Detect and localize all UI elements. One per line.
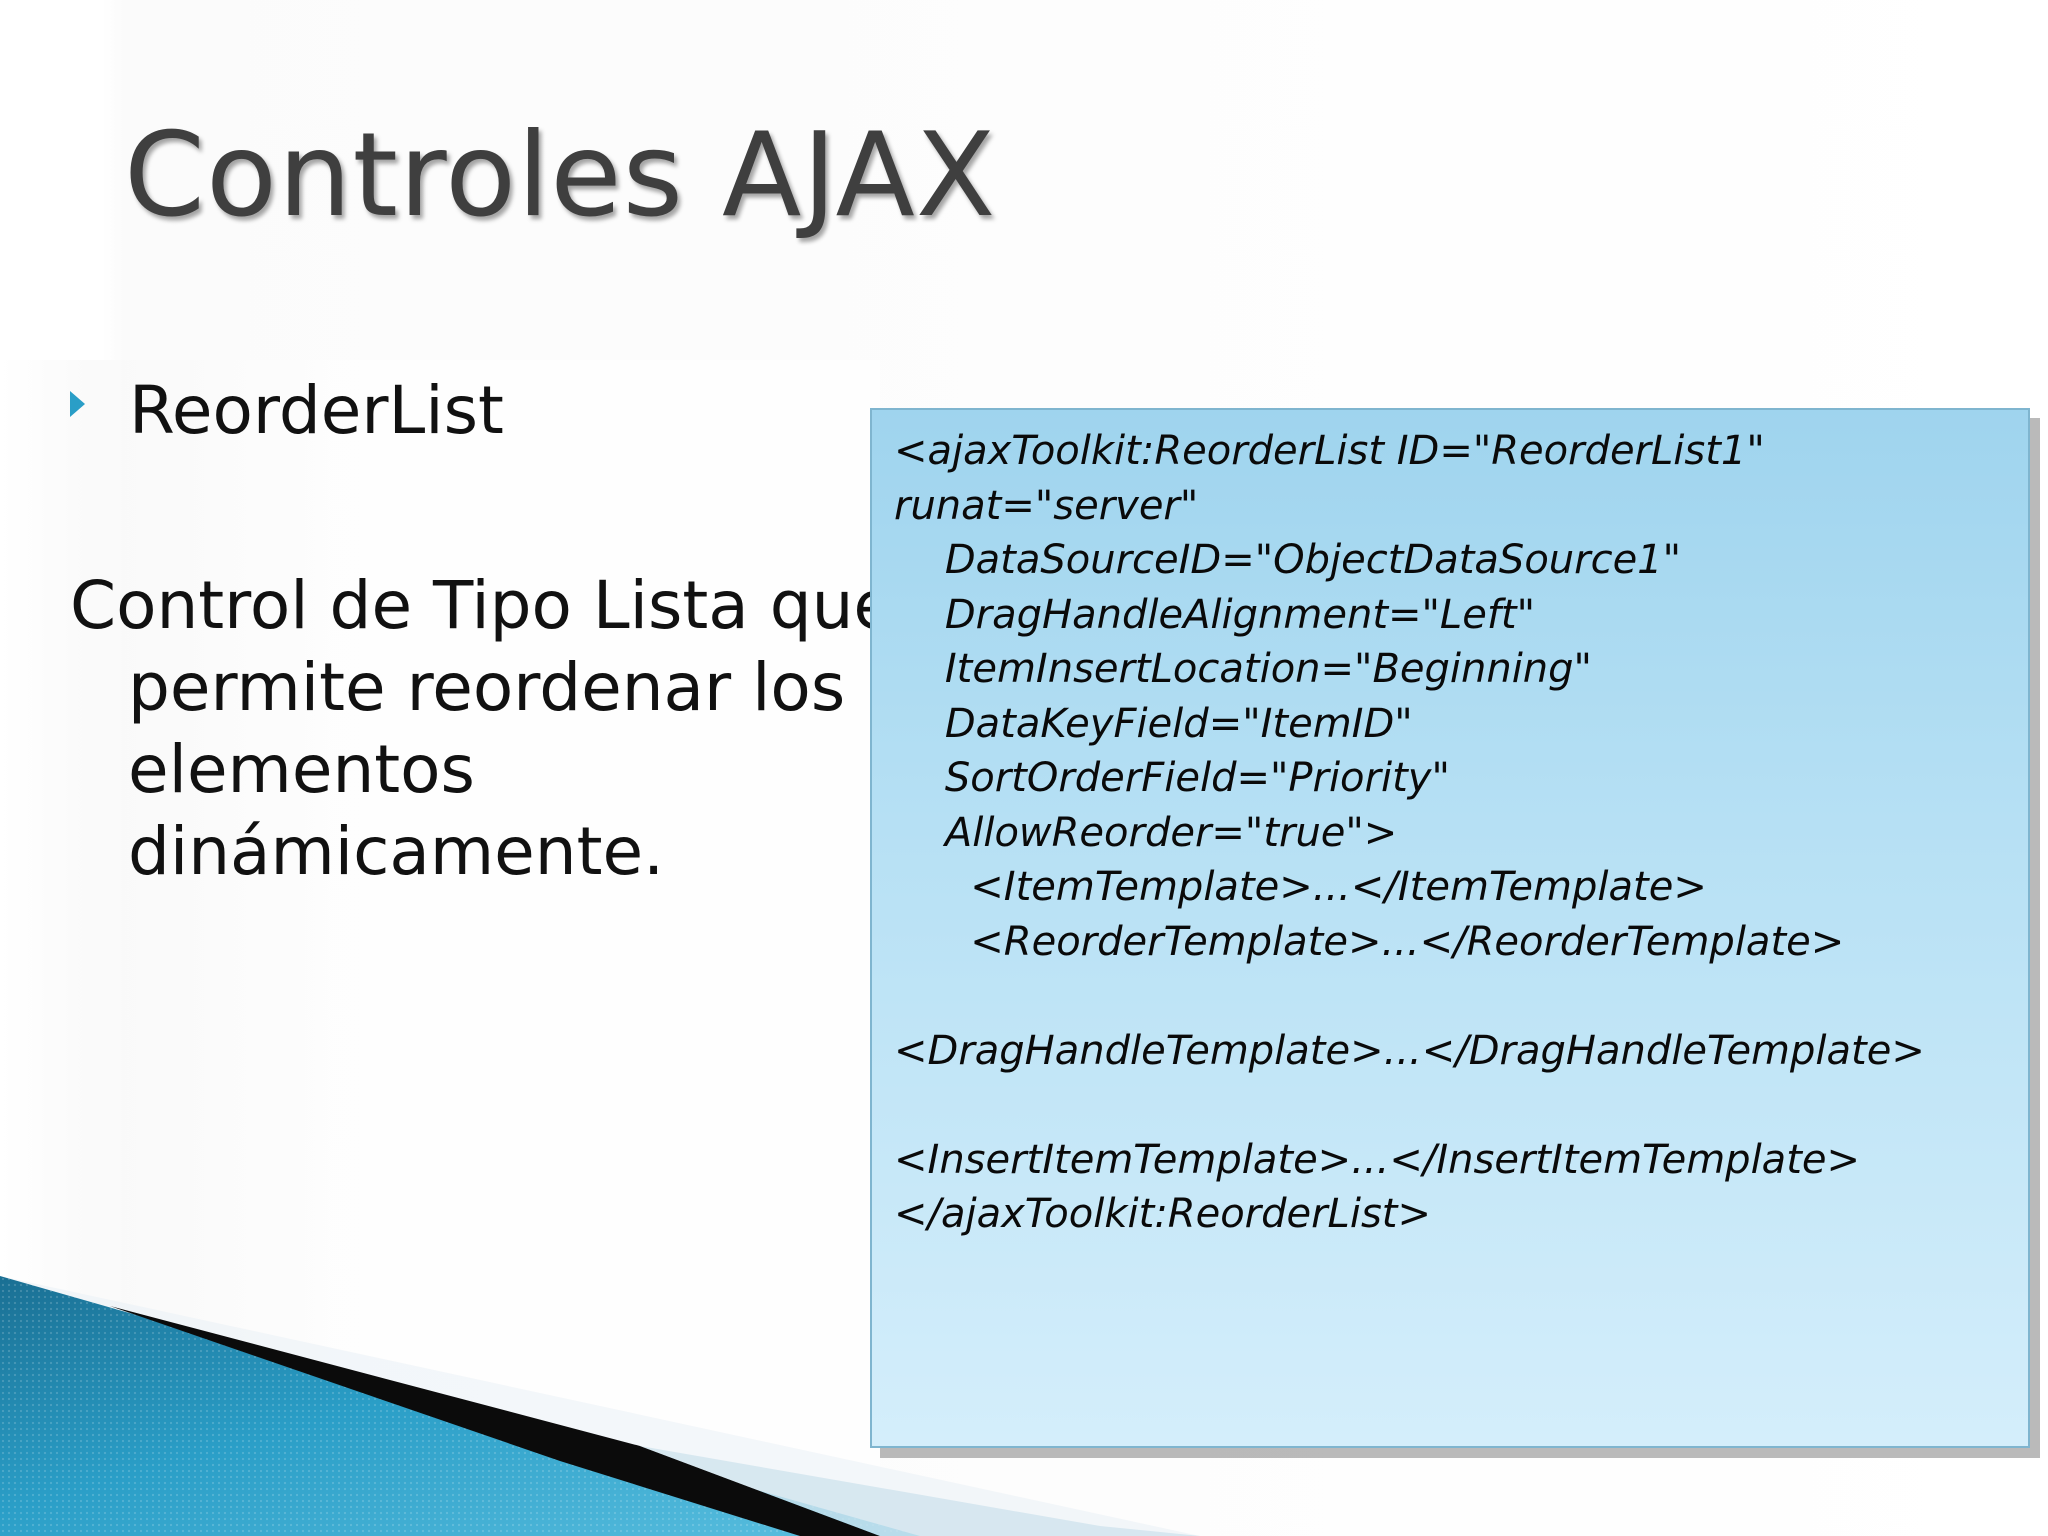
triangle-bullet-icon	[70, 390, 85, 417]
description-line: dinámicamente.	[128, 813, 665, 890]
code-line: DragHandleAlignment="Left"	[894, 591, 1535, 638]
code-line: <ItemTemplate>...</ItemTemplate>	[894, 864, 1707, 910]
slide: Controles AJAX ReorderList Control de Ti…	[0, 0, 2048, 1536]
code-line: DataSourceID="ObjectDataSource1"	[894, 537, 1682, 583]
code-line: DataKeyField="ItemID"	[894, 700, 1413, 747]
code-line: AllowReorder="true">	[894, 809, 1398, 856]
bullet-item: ReorderList	[70, 372, 504, 449]
code-line: <InsertItemTemplate>...</InsertItemTempl…	[894, 1136, 1860, 1183]
code-line: SortOrderField="Priority"	[894, 755, 1450, 801]
code-line: <DragHandleTemplate>...</DragHandleTempl…	[894, 1027, 1925, 1074]
code-line: </ajaxToolkit:ReorderList>	[894, 1191, 1431, 1237]
description-line: elementos	[128, 731, 475, 808]
slide-title: Controles AJAX	[124, 108, 997, 243]
code-line: <ajaxToolkit:ReorderList ID="ReorderList…	[894, 428, 1765, 474]
description-line: Control de Tipo Lista que	[70, 567, 895, 644]
code-line: ItemInsertLocation="Beginning"	[894, 646, 1592, 692]
corner-swoosh-decoration	[0, 1276, 1200, 1536]
description-line: permite reordenar los	[128, 649, 846, 726]
code-line: <ReorderTemplate>...</ReorderTemplate>	[894, 918, 1845, 965]
bullet-text: ReorderList	[129, 372, 504, 449]
description-paragraph: Control de Tipo Lista que permite reorde…	[70, 565, 928, 893]
code-line: runat="server"	[894, 482, 1199, 529]
